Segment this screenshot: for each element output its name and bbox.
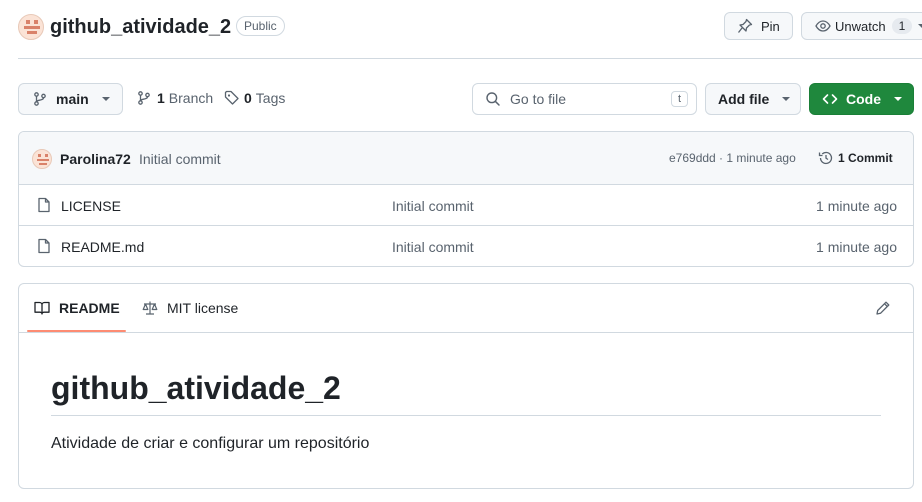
history-icon — [818, 150, 834, 166]
add-file-label: Add file — [718, 91, 770, 107]
file-icon — [36, 238, 52, 254]
commit-hash-time[interactable]: e769ddd · 1 minute ago — [669, 151, 796, 165]
readme-tabs: README MIT license — [19, 284, 913, 333]
file-time: 1 minute ago — [816, 198, 897, 214]
author-avatar[interactable] — [32, 149, 52, 169]
pencil-icon[interactable] — [875, 300, 891, 316]
code-icon — [822, 91, 838, 107]
git-branch-icon — [32, 91, 48, 107]
commit-author[interactable]: Parolina72 — [60, 151, 131, 167]
readme-panel: README MIT license github_atividade_2 At… — [18, 283, 914, 489]
file-commit-message[interactable]: Initial commit — [392, 239, 474, 255]
tab-underline — [27, 330, 126, 332]
file-row-readme[interactable]: README.md Initial commit 1 minute ago — [19, 226, 913, 266]
commit-message[interactable]: Initial commit — [139, 151, 221, 167]
file-table: Parolina72 Initial commit e769ddd · 1 mi… — [18, 131, 914, 267]
branch-selector[interactable]: main — [18, 83, 123, 115]
tags-link[interactable]: 0 Tags — [224, 90, 285, 106]
file-time: 1 minute ago — [816, 239, 897, 255]
shortcut-key: t — [671, 91, 688, 107]
file-row-license[interactable]: LICENSE Initial commit 1 minute ago — [19, 185, 913, 226]
repo-owner-avatar[interactable] — [18, 14, 44, 40]
code-button[interactable]: Code — [809, 83, 914, 115]
book-icon — [34, 300, 50, 316]
visibility-badge: Public — [236, 16, 285, 36]
file-name[interactable]: LICENSE — [61, 198, 121, 214]
tab-license[interactable]: MIT license — [142, 300, 238, 316]
tags-count: 0 — [244, 90, 252, 106]
branch-name: main — [56, 91, 89, 107]
commit-count: 1 Commit — [838, 151, 893, 165]
pin-label: Pin — [761, 18, 780, 34]
pin-button[interactable]: Pin — [724, 12, 793, 40]
branches-label: Branch — [168, 90, 214, 106]
chevron-down-icon — [894, 97, 902, 101]
file-icon — [36, 197, 52, 213]
readme-body: Atividade de criar e configurar um repos… — [51, 435, 370, 452]
go-to-file-input[interactable]: Go to file t — [472, 83, 697, 115]
header-divider — [18, 58, 922, 59]
chevron-down-icon — [101, 97, 110, 101]
file-commit-message[interactable]: Initial commit — [392, 198, 474, 214]
tab-license-label: MIT license — [167, 300, 239, 316]
law-icon — [142, 300, 158, 316]
readme-heading: github_atividade_2 — [51, 370, 341, 406]
tab-readme-label: README — [59, 300, 120, 316]
latest-commit-bar: Parolina72 Initial commit e769ddd · 1 mi… — [19, 132, 913, 185]
chevron-down-icon — [782, 97, 791, 101]
file-name[interactable]: README.md — [61, 239, 144, 255]
search-icon — [485, 91, 501, 107]
branches-count: 1 — [157, 90, 165, 106]
unwatch-button[interactable]: Unwatch 1 — [801, 12, 922, 40]
readme-heading-divider — [51, 415, 881, 416]
chevron-down-icon — [918, 24, 922, 28]
eye-icon — [815, 18, 831, 34]
git-branch-icon — [136, 90, 152, 106]
unwatch-label: Unwatch — [835, 18, 886, 34]
pin-icon — [737, 18, 753, 34]
add-file-button[interactable]: Add file — [705, 83, 801, 115]
tags-label: Tags — [255, 90, 286, 106]
tag-icon — [224, 90, 240, 106]
go-to-file-placeholder: Go to file — [510, 91, 567, 107]
watch-count: 1 — [891, 18, 913, 34]
code-label: Code — [846, 91, 881, 107]
repo-title[interactable]: github_atividade_2 — [50, 13, 231, 41]
commits-link[interactable]: 1 Commit — [818, 150, 893, 166]
tab-readme[interactable]: README — [34, 300, 120, 316]
branches-link[interactable]: 1 Branch — [136, 90, 213, 106]
